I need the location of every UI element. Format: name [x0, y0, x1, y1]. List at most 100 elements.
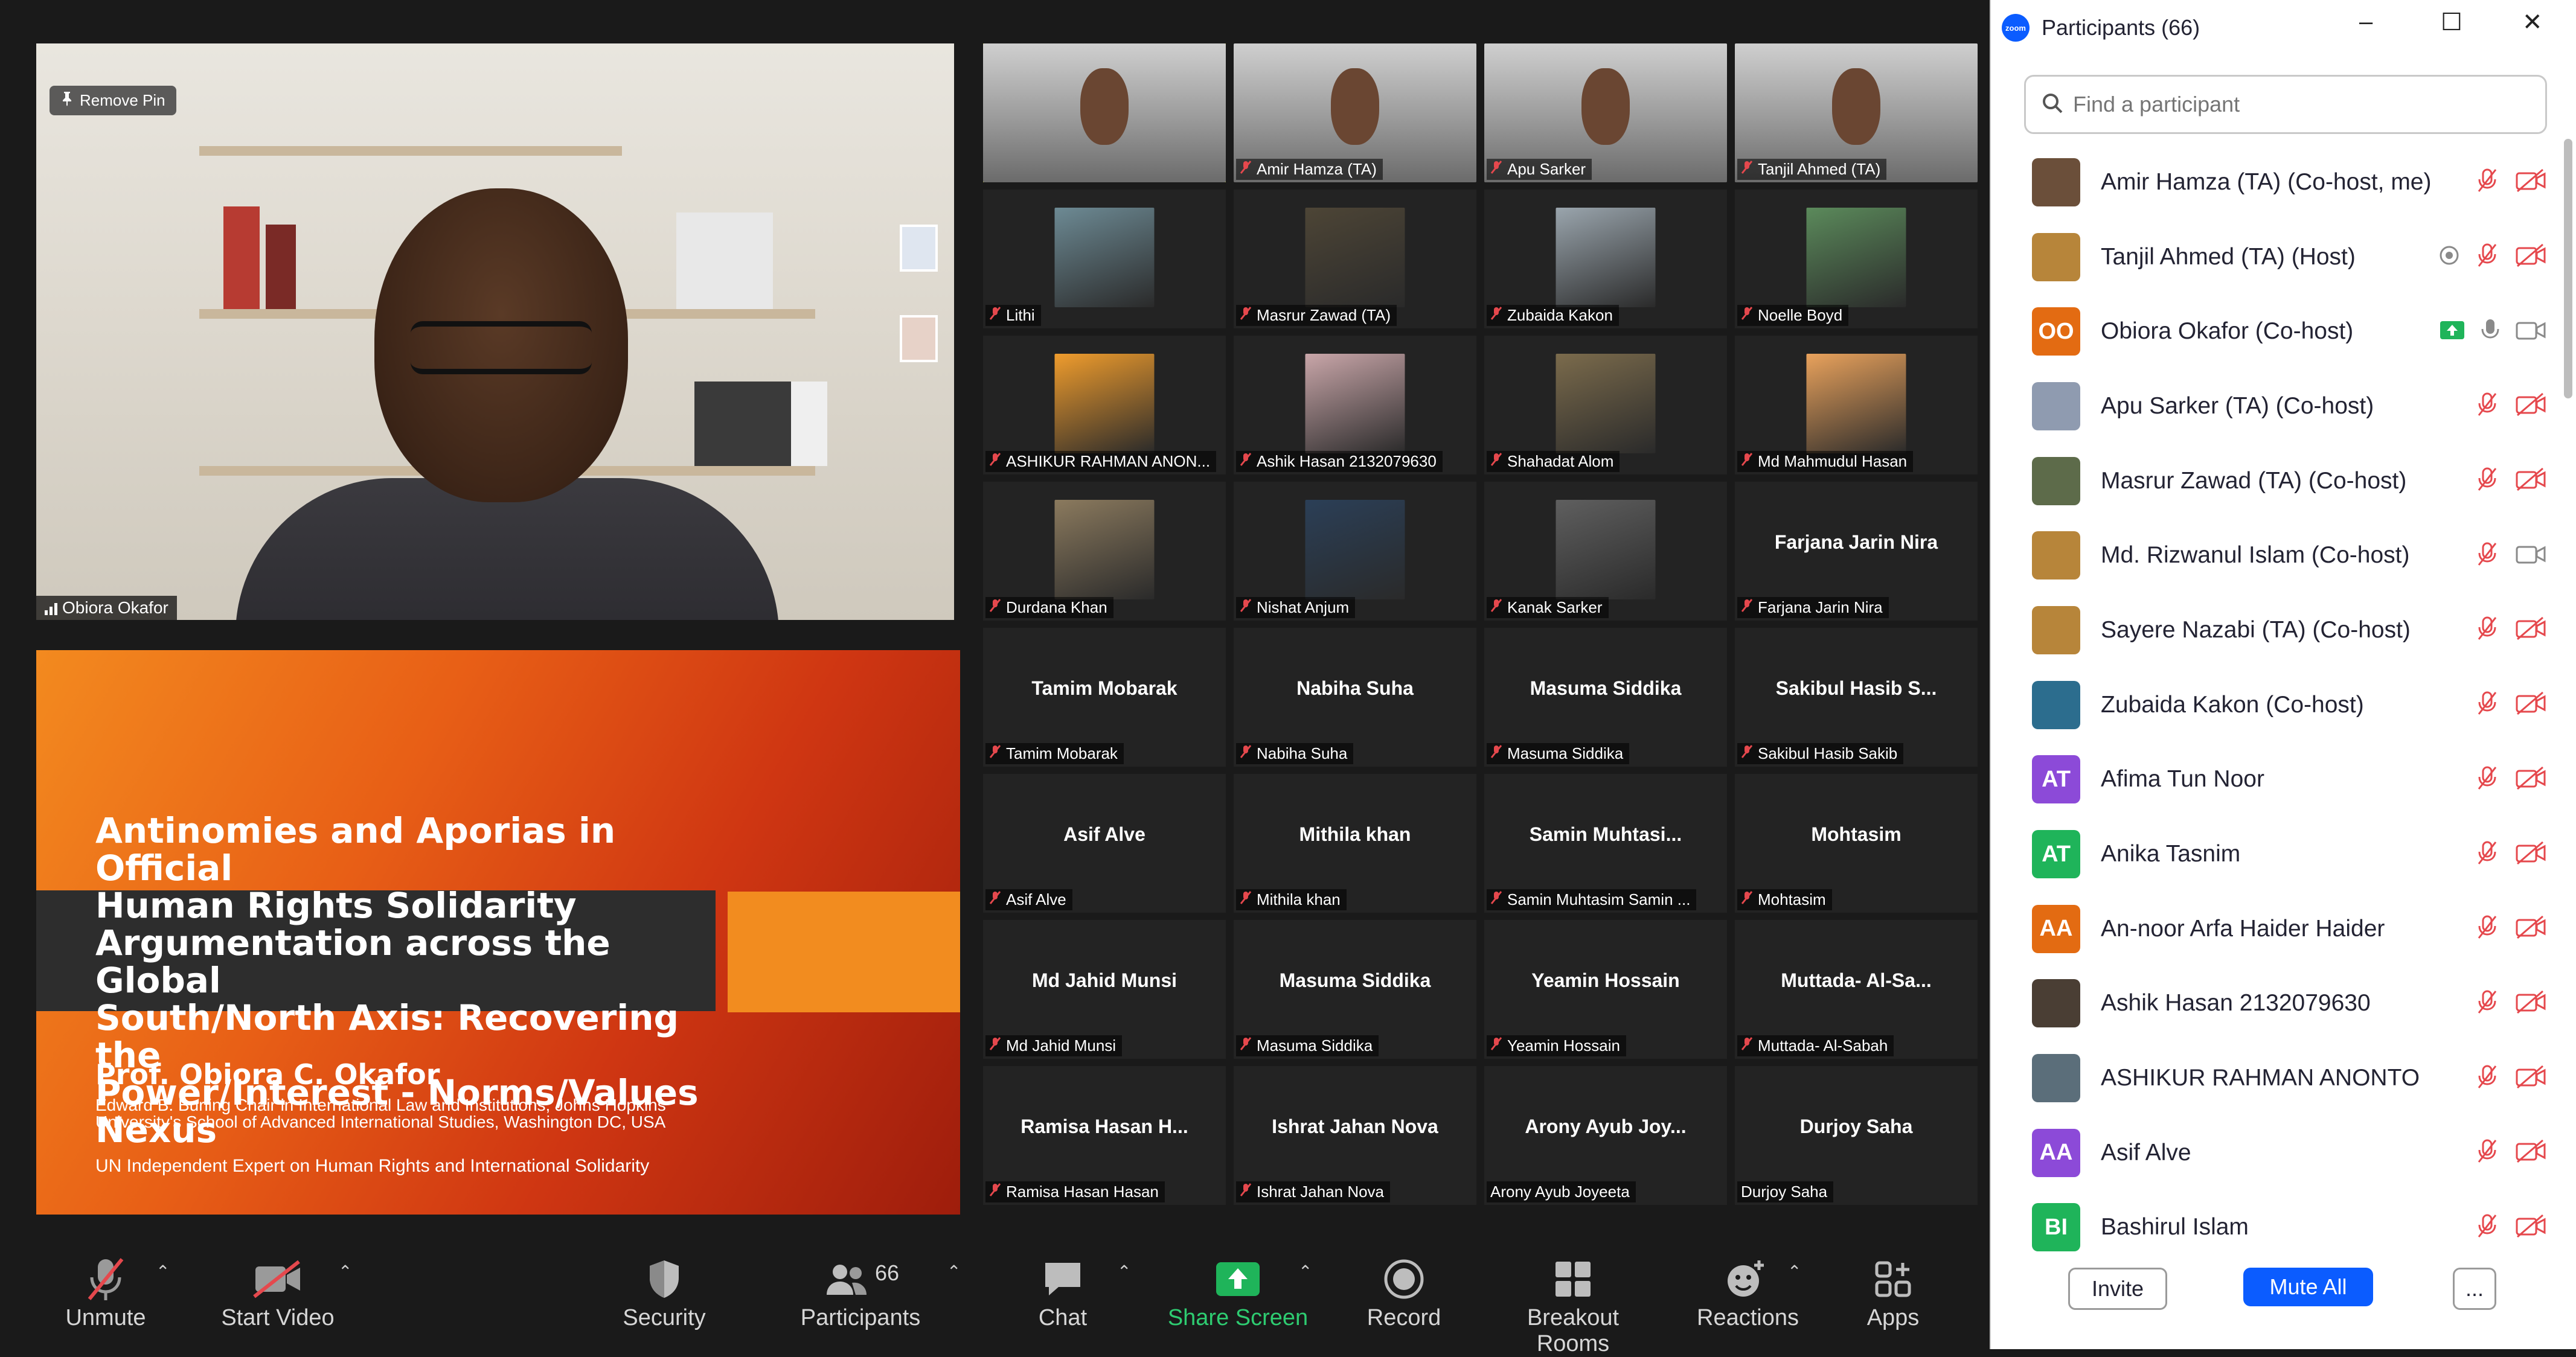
- participant-tile[interactable]: Apu Sarker: [1484, 43, 1727, 182]
- search-input[interactable]: [2072, 91, 2533, 118]
- participant-name-tag: ASHIKUR RAHMAN ANON...: [985, 451, 1217, 472]
- participant-search[interactable]: [2024, 75, 2547, 134]
- reactions-button[interactable]: Reactions: [1697, 1256, 1799, 1331]
- apps-button[interactable]: Apps: [1860, 1256, 1926, 1331]
- participant-row[interactable]: AT Afima Tun Noor: [1991, 742, 2558, 817]
- participant-tile[interactable]: ASHIKUR RAHMAN ANON...: [983, 336, 1226, 474]
- participant-tile[interactable]: Tamim Mobarak Tamim Mobarak: [983, 628, 1226, 767]
- participant-name-tag: Shahadat Alom: [1487, 451, 1620, 472]
- shared-slide: Antinomies and Aporias in Official Human…: [36, 650, 960, 1215]
- participant-row[interactable]: Tanjil Ahmed (TA) (Host): [1991, 220, 2558, 295]
- participant-tile[interactable]: Mohtasim Mohtasim: [1735, 774, 1978, 913]
- mic-muted-icon: [1490, 890, 1502, 909]
- start-video-button[interactable]: Start Video: [220, 1256, 335, 1331]
- participant-name: Mohtasim: [1758, 890, 1826, 908]
- participant-photo: [1806, 208, 1906, 307]
- shelf: [199, 146, 622, 156]
- share-options-caret[interactable]: ⌃: [1298, 1262, 1312, 1282]
- participant-display-name: Ramisa Hasan H...: [1020, 1116, 1188, 1137]
- more-options-button[interactable]: ...: [2453, 1268, 2496, 1310]
- participant-tile[interactable]: Zubaida Kakon: [1484, 190, 1727, 328]
- participant-tile[interactable]: Masuma Siddika Masuma Siddika: [1484, 628, 1727, 767]
- participant-status-icons: [2439, 242, 2546, 272]
- minimize-icon[interactable]: –: [2359, 8, 2373, 36]
- participant-photo: [1556, 208, 1656, 307]
- participant-tile[interactable]: Ramisa Hasan H... Ramisa Hasan Hasan: [983, 1066, 1226, 1205]
- participant-tile[interactable]: Amir Hamza (TA): [1234, 43, 1476, 182]
- chat-button[interactable]: Chat: [1033, 1256, 1093, 1331]
- participant-tile[interactable]: Ishrat Jahan Nova Ishrat Jahan Nova: [1234, 1066, 1476, 1205]
- chat-options-caret[interactable]: ⌃: [1117, 1262, 1131, 1282]
- participant-row[interactable]: ASHIKUR RAHMAN ANONTO: [1991, 1041, 2558, 1116]
- participants-button[interactable]: 66 Participants: [797, 1256, 924, 1331]
- reactions-options-caret[interactable]: ⌃: [1787, 1262, 1801, 1282]
- participant-tile[interactable]: Yeamin Hossain Yeamin Hossain: [1484, 920, 1727, 1059]
- participant-tile[interactable]: Md Jahid Munsi Md Jahid Munsi: [983, 920, 1226, 1059]
- participant-row[interactable]: Apu Sarker (TA) (Co-host): [1991, 369, 2558, 444]
- participant-tile[interactable]: Durdana Khan: [983, 482, 1226, 621]
- participant-tile[interactable]: Ashik Hasan 2132079630: [1234, 336, 1476, 474]
- audio-options-caret[interactable]: ⌃: [156, 1262, 170, 1282]
- participant-row[interactable]: Md. Rizwanul Islam (Co-host): [1991, 518, 2558, 593]
- participants-options-caret[interactable]: ⌃: [947, 1262, 961, 1282]
- participant-tile[interactable]: Tanjil Ahmed (TA): [1735, 43, 1978, 182]
- participant-row[interactable]: AT Anika Tasnim: [1991, 817, 2558, 892]
- participant-tile[interactable]: Md Mahmudul Hasan: [1735, 336, 1978, 474]
- mic-muted-icon: [1741, 452, 1753, 471]
- participant-tile[interactable]: Masuma Siddika Masuma Siddika: [1234, 920, 1476, 1059]
- participant-tile[interactable]: Noelle Boyd: [1735, 190, 1978, 328]
- participant-list-scrollbar[interactable]: [2564, 139, 2572, 398]
- participant-row[interactable]: Amir Hamza (TA) (Co-host, me): [1991, 145, 2558, 220]
- signal-icon: [45, 601, 57, 615]
- participant-row[interactable]: AA An-noor Arfa Haider Haider: [1991, 892, 2558, 966]
- mic-muted-icon: [2475, 466, 2499, 496]
- invite-button[interactable]: Invite: [2068, 1268, 2167, 1310]
- participant-row[interactable]: Sayere Nazabi (TA) (Co-host): [1991, 593, 2558, 668]
- search-icon: [2042, 92, 2063, 117]
- participant-row[interactable]: AA Asif Alve: [1991, 1116, 2558, 1190]
- mute-all-button[interactable]: Mute All: [2243, 1268, 2373, 1306]
- participant-status-icons: [2475, 1064, 2546, 1093]
- participant-tile[interactable]: Muttada- Al-Sa... Muttada- Al-Sabah: [1735, 920, 1978, 1059]
- video-off-icon: [2515, 990, 2546, 1017]
- participant-tile[interactable]: Kanak Sarker: [1484, 482, 1727, 621]
- video-options-caret[interactable]: ⌃: [338, 1262, 352, 1282]
- participant-tile[interactable]: Lithi: [983, 190, 1226, 328]
- participant-tile[interactable]: [983, 43, 1226, 182]
- remove-pin-button[interactable]: Remove Pin: [50, 86, 176, 115]
- participant-tile[interactable]: Farjana Jarin Nira Farjana Jarin Nira: [1735, 482, 1978, 621]
- participant-row[interactable]: Masrur Zawad (TA) (Co-host): [1991, 444, 2558, 519]
- breakout-rooms-button[interactable]: Breakout Rooms: [1491, 1256, 1655, 1357]
- participant-name: Bashirul Islam: [2101, 1214, 2249, 1240]
- participant-tile[interactable]: Nishat Anjum: [1234, 482, 1476, 621]
- pinned-speaker-video[interactable]: Remove Pin Obiora Okafor: [36, 43, 954, 620]
- unmute-button[interactable]: Unmute: [63, 1256, 148, 1331]
- close-icon[interactable]: ✕: [2522, 8, 2543, 36]
- participant-tile[interactable]: Masrur Zawad (TA): [1234, 190, 1476, 328]
- participant-tile[interactable]: Arony Ayub Joy... Arony Ayub Joyeeta: [1484, 1066, 1727, 1205]
- participant-tile[interactable]: Mithila khan Mithila khan: [1234, 774, 1476, 913]
- participants-icon: 66: [797, 1256, 924, 1303]
- book: [266, 225, 296, 309]
- mic-muted-icon: [989, 1183, 1001, 1201]
- participant-display-name: Mithila khan: [1299, 823, 1411, 845]
- participant-tile[interactable]: Sakibul Hasib S... Sakibul Hasib Sakib: [1735, 628, 1978, 767]
- participant-tile[interactable]: Nabiha Suha Nabiha Suha: [1234, 628, 1476, 767]
- participant-tile[interactable]: Durjoy Saha Durjoy Saha: [1735, 1066, 1978, 1205]
- mic-muted-icon: [1240, 744, 1252, 763]
- participant-row[interactable]: OO Obiora Okafor (Co-host): [1991, 294, 2558, 369]
- participant-tile[interactable]: Asif Alve Asif Alve: [983, 774, 1226, 913]
- participant-tile[interactable]: Shahadat Alom: [1484, 336, 1727, 474]
- share-screen-button[interactable]: Share Screen: [1165, 1256, 1310, 1331]
- participant-name-tag: Samin Muhtasim Samin ...: [1487, 889, 1697, 910]
- participant-row[interactable]: Ashik Hasan 2132079630: [1991, 966, 2558, 1041]
- participant-photo: [1305, 500, 1405, 599]
- participant-tile[interactable]: Samin Muhtasi... Samin Muhtasim Samin ...: [1484, 774, 1727, 913]
- record-button[interactable]: Record: [1365, 1256, 1443, 1331]
- maximize-icon[interactable]: ☐: [2441, 8, 2462, 36]
- participant-name-tag: Tanjil Ahmed (TA): [1737, 159, 1887, 180]
- start-video-label: Start Video: [221, 1305, 335, 1330]
- security-button[interactable]: Security: [616, 1256, 713, 1331]
- participant-row[interactable]: Zubaida Kakon (Co-host): [1991, 668, 2558, 742]
- participant-row[interactable]: BI Bashirul Islam: [1991, 1190, 2558, 1265]
